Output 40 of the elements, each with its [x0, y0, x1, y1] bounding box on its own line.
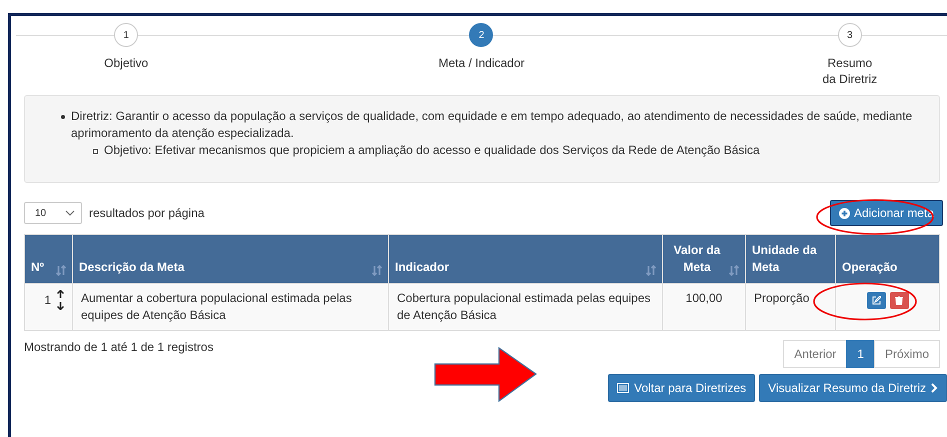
step-circle[interactable]: 1 — [114, 23, 138, 47]
table-cell: Aumentar a cobertura populacional estimada pelas equipes de Atenção Básica — [72, 284, 388, 330]
step-label: Objetivo — [104, 55, 148, 71]
pagination-button[interactable]: Próximo — [874, 340, 940, 368]
move-up-icon[interactable] — [57, 290, 64, 298]
column-header[interactable]: Valor da Meta — [662, 234, 746, 284]
table-cell: 100,00 — [662, 284, 746, 330]
list-icon — [617, 383, 630, 393]
column-header[interactable]: Nº — [24, 234, 72, 284]
step-circle[interactable]: 3 — [838, 23, 862, 47]
records-summary: Mostrando de 1 até 1 de 1 registros — [24, 340, 214, 354]
edit-button[interactable] — [866, 292, 886, 309]
step-circle[interactable]: 2 — [469, 23, 494, 47]
plus-circle-icon — [838, 208, 850, 218]
view-summary-button[interactable]: Visualizar Resumo da Diretriz — [759, 374, 947, 402]
chevron-right-icon — [931, 383, 938, 393]
back-button[interactable]: Voltar para Diretrizes — [608, 374, 756, 402]
step-label: Resumo da Diretriz — [821, 55, 878, 87]
table-cell: 1 — [24, 284, 72, 330]
delete-button[interactable] — [890, 292, 908, 309]
bullet-icon — [61, 115, 65, 119]
page-size-label: resultados por página — [89, 206, 204, 220]
objetivo-text: Objetivo: Efetivar mecanismos que propiciem a ampliação do acesso e qualidade dos Serviços da Rede de Atenção Básica — [104, 142, 760, 159]
step-label: Meta / Indicador — [438, 55, 525, 71]
page-size-select[interactable]: 10 — [24, 202, 82, 224]
table-cell: Proporção — [746, 284, 836, 330]
chevron-down-icon — [65, 210, 75, 216]
column-header: Unidade da Meta — [746, 234, 836, 284]
diretriz-text: Diretriz: Garantir o acesso da população a serviços de qualidade, com equidade e em tempo adequado, ao atendimento de necessidades de saúde, mediante aprimoramento da atenção especializada. — [71, 108, 914, 142]
table-cell: Cobertura populacional estimada pelas equipes de Atenção Básica — [388, 284, 662, 330]
pagination-button[interactable]: 1 — [846, 340, 875, 368]
trash-icon — [895, 296, 903, 305]
pagination-button[interactable]: Anterior — [783, 340, 848, 368]
column-header[interactable]: Descrição da Meta — [72, 234, 388, 284]
arrow-icon — [434, 347, 537, 402]
bullet-icon — [93, 149, 98, 154]
column-header[interactable]: Indicador — [388, 234, 662, 284]
column-header: Operação — [836, 234, 940, 284]
edit-icon — [872, 296, 880, 305]
move-down-icon[interactable] — [57, 302, 64, 310]
